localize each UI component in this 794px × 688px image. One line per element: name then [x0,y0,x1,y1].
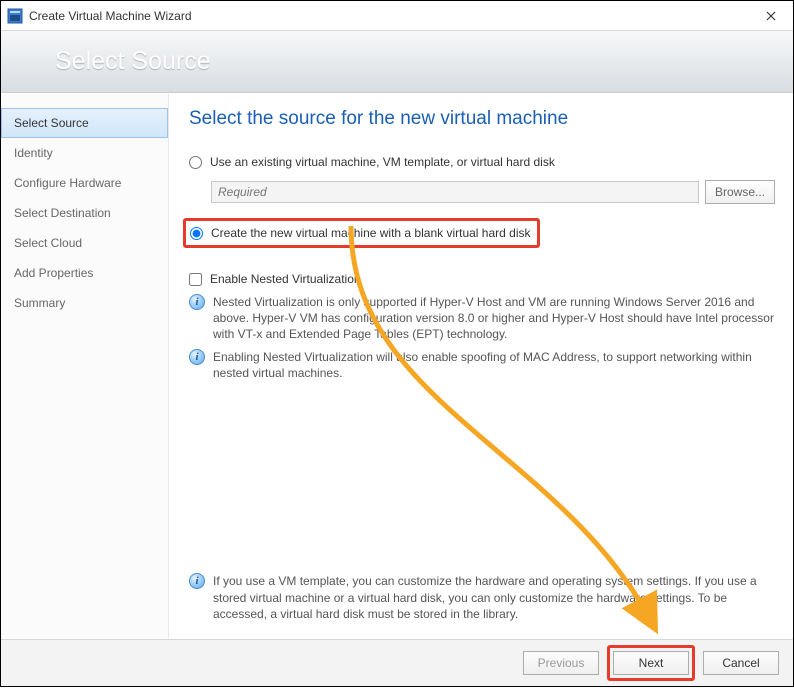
source-path-input[interactable] [211,181,699,203]
banner-title: Select Source [55,47,211,76]
wizard-button-bar: Previous Next Cancel [1,639,793,686]
radio-use-existing-label: Use an existing virtual machine, VM temp… [210,155,555,169]
radio-create-blank-label: Create the new virtual machine with a bl… [211,226,531,240]
info-text: Enabling Nested Virtualization will also… [213,349,775,381]
wizard-body: Select Source Identity Configure Hardwar… [1,94,793,638]
sidebar-item-summary[interactable]: Summary [1,288,168,318]
sidebar-item-label: Summary [14,296,65,310]
cancel-button[interactable]: Cancel [703,651,779,675]
sidebar-item-select-destination[interactable]: Select Destination [1,198,168,228]
wizard-sidebar: Select Source Identity Configure Hardwar… [1,94,169,638]
radio-create-blank[interactable]: Create the new virtual machine with a bl… [183,218,540,248]
radio-use-existing-input[interactable] [189,156,202,169]
sidebar-item-identity[interactable]: Identity [1,138,168,168]
nested-virtualization-input[interactable] [189,273,202,286]
info-icon: i [189,294,205,310]
info-text: Nested Virtualization is only supported … [213,294,775,343]
sidebar-item-add-properties[interactable]: Add Properties [1,258,168,288]
next-button-highlight: Next [607,645,695,681]
wizard-main: Select the source for the new virtual ma… [169,94,793,638]
sidebar-item-label: Select Destination [14,206,111,220]
sidebar-item-configure-hardware[interactable]: Configure Hardware [1,168,168,198]
next-button[interactable]: Next [613,651,689,675]
source-path-row: Browse... [211,180,775,204]
sidebar-item-label: Identity [14,146,53,160]
titlebar: Create Virtual Machine Wizard [1,1,793,31]
info-icon: i [189,349,205,365]
sidebar-item-label: Select Source [14,116,89,130]
close-button[interactable] [748,1,793,31]
sidebar-item-label: Select Cloud [14,236,82,250]
page-heading: Select the source for the new virtual ma… [189,108,775,130]
nested-virtualization-checkbox[interactable]: Enable Nested Virtualization [189,272,775,286]
sidebar-item-label: Add Properties [14,266,93,280]
app-icon [7,8,23,24]
radio-create-blank-input[interactable] [190,227,203,240]
info-template-note: i If you use a VM template, you can cust… [189,573,775,622]
sidebar-item-select-source[interactable]: Select Source [1,108,168,138]
wizard-banner: Select Source [1,31,793,93]
info-text: If you use a VM template, you can custom… [213,573,775,622]
radio-use-existing[interactable]: Use an existing virtual machine, VM temp… [189,152,775,172]
info-icon: i [189,573,205,589]
info-nested-requirements: i Nested Virtualization is only supporte… [189,294,775,343]
sidebar-item-select-cloud[interactable]: Select Cloud [1,228,168,258]
nested-virtualization-label: Enable Nested Virtualization [210,272,361,286]
previous-button[interactable]: Previous [523,651,599,675]
sidebar-item-label: Configure Hardware [14,176,121,190]
browse-button[interactable]: Browse... [705,180,775,204]
info-nested-mac-spoof: i Enabling Nested Virtualization will al… [189,349,775,381]
window-title: Create Virtual Machine Wizard [29,9,192,23]
